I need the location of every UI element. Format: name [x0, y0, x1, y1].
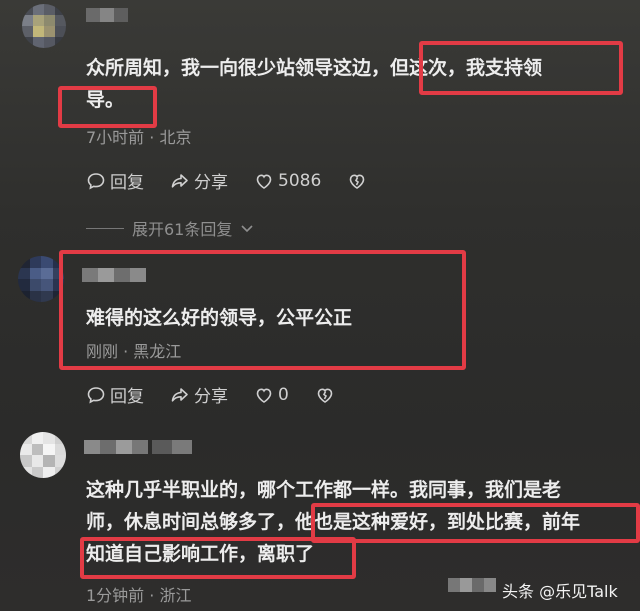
share-label: 分享 [194, 387, 228, 407]
dislike-button[interactable] [315, 385, 335, 405]
broken-heart-icon [317, 387, 333, 403]
comment-line: 这种几乎半职业的，哪个工作都一样。我同事，我们是老 [86, 479, 562, 501]
share-arrow-icon [171, 173, 188, 188]
highlight-box [59, 250, 466, 370]
comment-bubble-icon [87, 386, 105, 403]
share-arrow-icon [171, 387, 188, 402]
expand-replies-button[interactable]: 展开61条回复 [86, 216, 254, 240]
watermark: 头条 @乐见Talk [502, 582, 618, 601]
like-button[interactable]: 5086 [254, 171, 321, 191]
avatar[interactable] [18, 256, 64, 302]
username-blurred [448, 578, 496, 592]
highlight-box [311, 503, 640, 543]
reply-label: 回复 [110, 387, 144, 407]
comment-meta: 1分钟前 · 浙江 [86, 586, 192, 605]
highlight-box [80, 537, 356, 579]
share-label: 分享 [194, 173, 228, 193]
share-button[interactable]: 分享 [170, 382, 228, 407]
avatar[interactable] [22, 4, 66, 48]
username-blurred[interactable] [84, 440, 148, 454]
like-count: 5086 [278, 170, 322, 191]
heart-icon [256, 387, 272, 403]
comment-meta: 7小时前 · 北京 [86, 128, 192, 147]
avatar[interactable] [20, 432, 66, 478]
broken-heart-icon [349, 173, 365, 189]
reply-button[interactable]: 回复 [86, 382, 144, 407]
highlight-box [419, 41, 623, 95]
reply-button[interactable]: 回复 [86, 168, 144, 193]
share-button[interactable]: 分享 [170, 168, 228, 193]
heart-icon [256, 173, 272, 189]
divider [86, 227, 124, 229]
reply-label: 回复 [110, 173, 144, 193]
like-count: 0 [278, 384, 289, 405]
comment-bubble-icon [87, 172, 105, 189]
dislike-button[interactable] [347, 171, 367, 191]
comment-actions: 回复 分享 0 [86, 382, 361, 407]
username-blurred[interactable] [152, 440, 192, 454]
comment-actions: 回复 分享 5086 [86, 168, 393, 193]
chevron-down-icon [241, 225, 253, 233]
expand-replies-label: 展开61条回复 [132, 220, 233, 239]
username-blurred[interactable] [86, 8, 128, 22]
highlight-box [58, 86, 157, 128]
like-button[interactable]: 0 [254, 385, 289, 405]
